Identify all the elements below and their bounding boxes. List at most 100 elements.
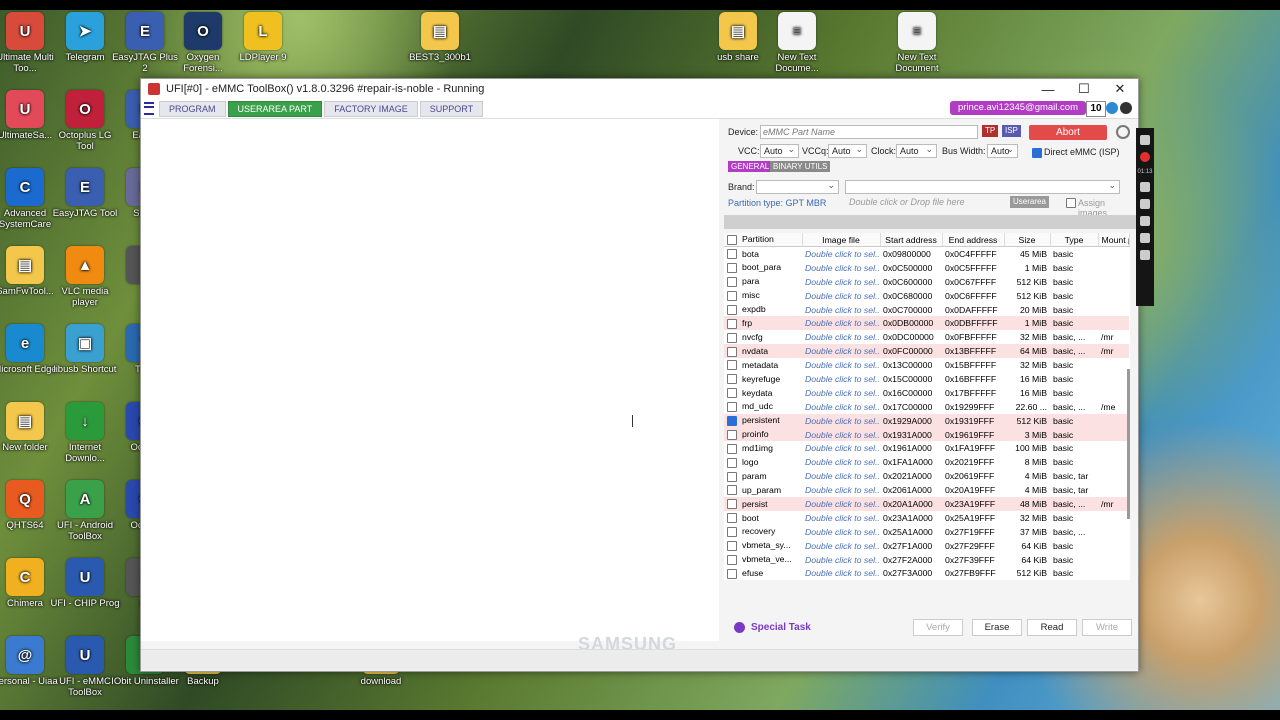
image-file-cell[interactable]: Double click to sel... (802, 303, 880, 317)
image-file-cell[interactable]: Double click to sel... (802, 553, 880, 567)
table-scrollbar[interactable] (1127, 369, 1130, 519)
table-row[interactable]: vbmeta_sy... Double click to sel... 0x27F1… (724, 539, 1129, 553)
row-checkbox[interactable] (727, 360, 737, 371)
tab-binary-utils[interactable]: BINARY UTILS (770, 161, 831, 172)
table-row[interactable]: vbmeta_ve... Double click to sel... 0x27F2… (724, 553, 1129, 567)
info-icon[interactable] (1120, 102, 1132, 114)
image-file-cell[interactable]: Double click to sel... (802, 413, 880, 428)
image-file-cell[interactable]: Double click to sel... (802, 289, 880, 303)
row-checkbox[interactable] (727, 457, 737, 468)
tab-factory-image[interactable]: FACTORY IMAGE (324, 100, 418, 117)
vcc-select[interactable]: Auto (760, 143, 799, 158)
table-row[interactable]: para Double click to sel... 0x0C600000 0x0C… (724, 275, 1129, 289)
table-row[interactable]: param Double click to sel... 0x2021A000 0x2… (724, 469, 1129, 483)
row-checkbox[interactable] (727, 541, 737, 551)
row-checkbox[interactable] (727, 263, 737, 274)
select-all-checkbox[interactable] (727, 234, 737, 245)
image-file-cell[interactable]: Double click to sel... (802, 469, 880, 483)
table-row[interactable]: keyrefuge Double click to sel... 0x15C0000… (724, 372, 1129, 386)
desktop-icon[interactable]: ▤ BEST3_300b1 (405, 12, 475, 63)
row-checkbox[interactable] (727, 568, 737, 579)
header-start-address[interactable]: Start address (880, 233, 943, 247)
clock-select[interactable]: Auto (896, 143, 937, 158)
hamburger-menu-icon[interactable] (144, 102, 154, 115)
desktop-icon[interactable]: L LDPlayer 9 (228, 12, 298, 63)
row-checkbox[interactable] (727, 499, 737, 510)
image-file-cell[interactable]: Double click to sel... (802, 566, 880, 580)
row-checkbox[interactable] (727, 388, 737, 399)
image-drop-field[interactable]: Double click or Drop file here (847, 196, 1009, 208)
webcam-icon[interactable] (1140, 216, 1150, 226)
model-select[interactable] (845, 179, 1120, 194)
tab-support[interactable]: SUPPORT (419, 100, 484, 117)
table-row[interactable]: frp Double click to sel... 0x0DB00000 0x0DB… (724, 316, 1129, 331)
abort-button[interactable]: Abort (1029, 125, 1107, 140)
header-image-file[interactable]: Image file (802, 233, 881, 247)
row-checkbox[interactable] (727, 415, 737, 426)
user-account-badge[interactable]: prince.avi12345@gmail.com (949, 101, 1086, 115)
assign-images-checkbox[interactable] (1066, 198, 1076, 208)
image-file-cell[interactable]: Double click to sel... (802, 344, 880, 359)
image-file-cell[interactable]: Double click to sel... (802, 358, 880, 372)
brand-select[interactable] (756, 179, 839, 194)
image-file-cell[interactable]: Double click to sel... (802, 525, 880, 539)
maximize-button[interactable]: ☐ (1066, 81, 1102, 97)
row-checkbox[interactable] (727, 318, 737, 329)
power-icon[interactable] (1116, 125, 1130, 139)
record-icon[interactable] (1140, 152, 1150, 162)
image-file-cell[interactable]: Double click to sel... (802, 483, 880, 497)
table-row[interactable]: nvcfg Double click to sel... 0x0DC00000 0x0… (724, 330, 1129, 344)
table-row[interactable]: keydata Double click to sel... 0x16C00000 0… (724, 386, 1129, 400)
image-file-cell[interactable]: Double click to sel... (802, 441, 880, 455)
table-row[interactable]: persist Double click to sel... 0x20A1A000 0… (724, 497, 1129, 511)
direct-emmc-checkbox[interactable] (1032, 148, 1042, 158)
whiteboard-icon[interactable] (1140, 233, 1150, 243)
table-row[interactable]: up_param Double click to sel... 0x2061A000… (724, 483, 1129, 497)
table-row[interactable]: bota Double click to sel... 0x09800000 0x0C… (724, 247, 1129, 261)
header-mount-point[interactable]: Mount p (1098, 233, 1130, 247)
tab-userarea-part[interactable]: USERAREA PART (227, 100, 323, 117)
row-checkbox[interactable] (727, 402, 737, 413)
userarea-button[interactable]: Userarea (1010, 196, 1049, 208)
table-row[interactable]: boot_para Double click to sel... 0x0C50000… (724, 261, 1129, 275)
image-file-cell[interactable]: Double click to sel... (802, 455, 880, 469)
isp-button[interactable]: ISP (1002, 125, 1021, 137)
row-checkbox[interactable] (727, 429, 737, 440)
image-file-cell[interactable]: Double click to sel... (802, 261, 880, 275)
write-button[interactable]: Write (1082, 619, 1132, 636)
desktop-icon[interactable]: ≡ New Text Docume... (762, 12, 832, 74)
table-row[interactable]: efuse Double click to sel... 0x27F3A000 0x2… (724, 566, 1129, 580)
row-checkbox[interactable] (727, 346, 737, 357)
table-row[interactable]: persistent Double click to sel... 0x1929A0… (724, 413, 1129, 428)
row-checkbox[interactable] (727, 554, 737, 565)
image-file-cell[interactable]: Double click to sel... (802, 427, 880, 442)
row-checkbox[interactable] (727, 304, 737, 315)
row-checkbox[interactable] (727, 249, 737, 260)
minimize-button[interactable]: — (1030, 82, 1066, 97)
header-size[interactable]: Size (1004, 233, 1051, 247)
table-row[interactable]: misc Double click to sel... 0x0C680000 0x0C… (724, 289, 1129, 303)
special-task-button[interactable]: Special Task (734, 622, 811, 633)
table-row[interactable]: proinfo Double click to sel... 0x1931A000 0… (724, 427, 1129, 442)
bus-width-select[interactable]: Auto (987, 143, 1018, 158)
table-row[interactable]: metadata Double click to sel... 0x13C00000… (724, 358, 1129, 372)
row-checkbox[interactable] (727, 513, 737, 524)
download-icon[interactable] (1106, 102, 1118, 114)
speaker-icon[interactable] (1140, 199, 1150, 209)
tab-general[interactable]: GENERAL (728, 161, 773, 172)
header-partition[interactable]: Partition (724, 233, 803, 247)
header-end-address[interactable]: End address (942, 233, 1005, 247)
row-checkbox[interactable] (727, 443, 737, 454)
table-row[interactable]: recovery Double click to sel... 0x25A1A000… (724, 525, 1129, 539)
table-row[interactable]: md1img Double click to sel... 0x1961A000 0x… (724, 441, 1129, 455)
image-file-cell[interactable]: Double click to sel... (802, 316, 880, 331)
image-file-cell[interactable]: Double click to sel... (802, 386, 880, 400)
image-file-cell[interactable]: Double click to sel... (802, 400, 880, 414)
close-button[interactable]: ✕ (1102, 81, 1138, 97)
image-file-cell[interactable]: Double click to sel... (802, 247, 880, 261)
image-file-cell[interactable]: Double click to sel... (802, 330, 880, 344)
verify-button[interactable]: Verify (913, 619, 963, 636)
microphone-icon[interactable] (1140, 182, 1150, 192)
desktop-icon[interactable]: ≡ New Text Document (882, 12, 952, 74)
erase-button[interactable]: Erase (972, 619, 1022, 636)
